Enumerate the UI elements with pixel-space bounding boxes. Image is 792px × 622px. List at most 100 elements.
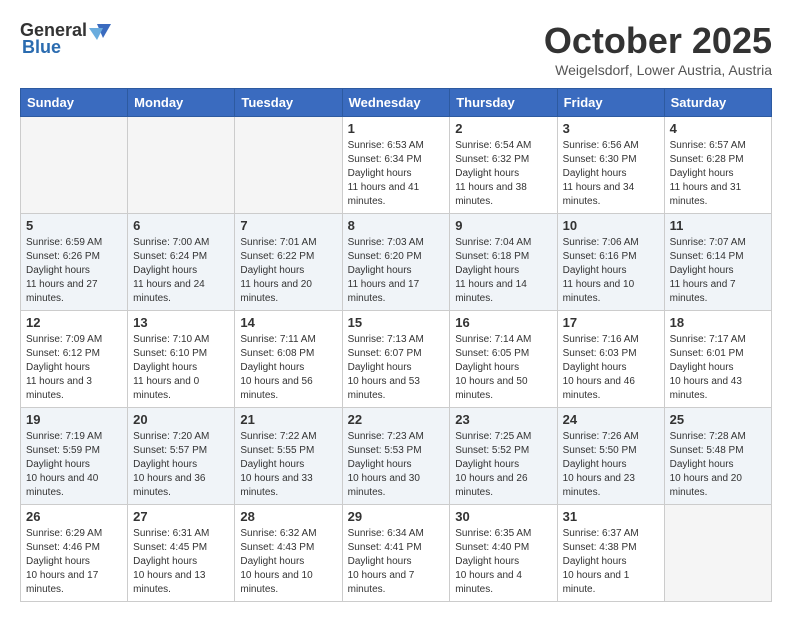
day-info: Sunrise: 7:17 AM Sunset: 6:01 PM Dayligh… [670, 333, 766, 403]
logo: General Blue [20, 20, 111, 58]
day-number: 27 [133, 509, 229, 524]
calendar-day: 22 Sunrise: 7:23 AM Sunset: 5:53 PM Dayl… [342, 408, 450, 505]
calendar-day: 10 Sunrise: 7:06 AM Sunset: 6:16 PM Dayl… [557, 214, 664, 311]
day-info: Sunrise: 7:25 AM Sunset: 5:52 PM Dayligh… [455, 430, 551, 500]
month-title: October 2025 [544, 20, 772, 62]
calendar-header-monday: Monday [128, 89, 235, 117]
calendar-day: 29 Sunrise: 6:34 AM Sunset: 4:41 PM Dayl… [342, 505, 450, 602]
day-info: Sunrise: 6:59 AM Sunset: 6:26 PM Dayligh… [26, 236, 122, 306]
calendar-day: 30 Sunrise: 6:35 AM Sunset: 4:40 PM Dayl… [450, 505, 557, 602]
calendar-header-sunday: Sunday [21, 89, 128, 117]
day-info: Sunrise: 7:03 AM Sunset: 6:20 PM Dayligh… [348, 236, 445, 306]
day-number: 25 [670, 412, 766, 427]
calendar-day: 3 Sunrise: 6:56 AM Sunset: 6:30 PM Dayli… [557, 117, 664, 214]
day-number: 29 [348, 509, 445, 524]
day-number: 28 [240, 509, 336, 524]
calendar-day: 8 Sunrise: 7:03 AM Sunset: 6:20 PM Dayli… [342, 214, 450, 311]
calendar-day: 24 Sunrise: 7:26 AM Sunset: 5:50 PM Dayl… [557, 408, 664, 505]
calendar-day [21, 117, 128, 214]
calendar-header-saturday: Saturday [664, 89, 771, 117]
day-number: 15 [348, 315, 445, 330]
day-info: Sunrise: 7:04 AM Sunset: 6:18 PM Dayligh… [455, 236, 551, 306]
calendar-header-friday: Friday [557, 89, 664, 117]
day-info: Sunrise: 7:10 AM Sunset: 6:10 PM Dayligh… [133, 333, 229, 403]
day-info: Sunrise: 7:22 AM Sunset: 5:55 PM Dayligh… [240, 430, 336, 500]
calendar-day: 17 Sunrise: 7:16 AM Sunset: 6:03 PM Dayl… [557, 311, 664, 408]
day-number: 4 [670, 121, 766, 136]
day-number: 22 [348, 412, 445, 427]
day-info: Sunrise: 7:07 AM Sunset: 6:14 PM Dayligh… [670, 236, 766, 306]
calendar-week-row: 26 Sunrise: 6:29 AM Sunset: 4:46 PM Dayl… [21, 505, 772, 602]
day-number: 8 [348, 218, 445, 233]
day-info: Sunrise: 7:09 AM Sunset: 6:12 PM Dayligh… [26, 333, 122, 403]
calendar-header-tuesday: Tuesday [235, 89, 342, 117]
day-number: 12 [26, 315, 122, 330]
calendar-day: 14 Sunrise: 7:11 AM Sunset: 6:08 PM Dayl… [235, 311, 342, 408]
calendar-day: 21 Sunrise: 7:22 AM Sunset: 5:55 PM Dayl… [235, 408, 342, 505]
calendar-week-row: 12 Sunrise: 7:09 AM Sunset: 6:12 PM Dayl… [21, 311, 772, 408]
day-number: 7 [240, 218, 336, 233]
day-info: Sunrise: 7:16 AM Sunset: 6:03 PM Dayligh… [563, 333, 659, 403]
day-number: 18 [670, 315, 766, 330]
calendar-day: 18 Sunrise: 7:17 AM Sunset: 6:01 PM Dayl… [664, 311, 771, 408]
day-number: 19 [26, 412, 122, 427]
calendar-day: 28 Sunrise: 6:32 AM Sunset: 4:43 PM Dayl… [235, 505, 342, 602]
calendar-day: 2 Sunrise: 6:54 AM Sunset: 6:32 PM Dayli… [450, 117, 557, 214]
day-number: 9 [455, 218, 551, 233]
day-info: Sunrise: 6:31 AM Sunset: 4:45 PM Dayligh… [133, 527, 229, 597]
day-number: 11 [670, 218, 766, 233]
day-number: 13 [133, 315, 229, 330]
calendar-day: 12 Sunrise: 7:09 AM Sunset: 6:12 PM Dayl… [21, 311, 128, 408]
day-info: Sunrise: 7:06 AM Sunset: 6:16 PM Dayligh… [563, 236, 659, 306]
calendar-day: 15 Sunrise: 7:13 AM Sunset: 6:07 PM Dayl… [342, 311, 450, 408]
calendar-day: 9 Sunrise: 7:04 AM Sunset: 6:18 PM Dayli… [450, 214, 557, 311]
calendar-day: 6 Sunrise: 7:00 AM Sunset: 6:24 PM Dayli… [128, 214, 235, 311]
day-info: Sunrise: 7:13 AM Sunset: 6:07 PM Dayligh… [348, 333, 445, 403]
location: Weigelsdorf, Lower Austria, Austria [544, 62, 772, 78]
day-info: Sunrise: 7:23 AM Sunset: 5:53 PM Dayligh… [348, 430, 445, 500]
calendar-day [128, 117, 235, 214]
calendar-day [235, 117, 342, 214]
day-number: 26 [26, 509, 122, 524]
day-info: Sunrise: 6:32 AM Sunset: 4:43 PM Dayligh… [240, 527, 336, 597]
day-info: Sunrise: 6:37 AM Sunset: 4:38 PM Dayligh… [563, 527, 659, 597]
day-number: 16 [455, 315, 551, 330]
calendar-day: 31 Sunrise: 6:37 AM Sunset: 4:38 PM Dayl… [557, 505, 664, 602]
calendar-week-row: 1 Sunrise: 6:53 AM Sunset: 6:34 PM Dayli… [21, 117, 772, 214]
page-header: General Blue October 2025 Weigelsdorf, L… [20, 20, 772, 78]
calendar-day: 4 Sunrise: 6:57 AM Sunset: 6:28 PM Dayli… [664, 117, 771, 214]
day-number: 10 [563, 218, 659, 233]
calendar-day: 20 Sunrise: 7:20 AM Sunset: 5:57 PM Dayl… [128, 408, 235, 505]
day-info: Sunrise: 6:54 AM Sunset: 6:32 PM Dayligh… [455, 139, 551, 209]
day-number: 17 [563, 315, 659, 330]
day-number: 30 [455, 509, 551, 524]
day-number: 1 [348, 121, 445, 136]
calendar-day: 26 Sunrise: 6:29 AM Sunset: 4:46 PM Dayl… [21, 505, 128, 602]
day-number: 6 [133, 218, 229, 233]
day-info: Sunrise: 7:20 AM Sunset: 5:57 PM Dayligh… [133, 430, 229, 500]
calendar-header-wednesday: Wednesday [342, 89, 450, 117]
logo-icon [89, 22, 111, 40]
calendar-header-thursday: Thursday [450, 89, 557, 117]
day-info: Sunrise: 7:14 AM Sunset: 6:05 PM Dayligh… [455, 333, 551, 403]
day-info: Sunrise: 7:01 AM Sunset: 6:22 PM Dayligh… [240, 236, 336, 306]
day-info: Sunrise: 6:34 AM Sunset: 4:41 PM Dayligh… [348, 527, 445, 597]
day-number: 21 [240, 412, 336, 427]
title-section: October 2025 Weigelsdorf, Lower Austria,… [544, 20, 772, 78]
day-info: Sunrise: 7:19 AM Sunset: 5:59 PM Dayligh… [26, 430, 122, 500]
day-info: Sunrise: 7:00 AM Sunset: 6:24 PM Dayligh… [133, 236, 229, 306]
calendar-day: 1 Sunrise: 6:53 AM Sunset: 6:34 PM Dayli… [342, 117, 450, 214]
day-number: 31 [563, 509, 659, 524]
calendar-day: 13 Sunrise: 7:10 AM Sunset: 6:10 PM Dayl… [128, 311, 235, 408]
day-info: Sunrise: 6:29 AM Sunset: 4:46 PM Dayligh… [26, 527, 122, 597]
day-info: Sunrise: 6:57 AM Sunset: 6:28 PM Dayligh… [670, 139, 766, 209]
day-number: 3 [563, 121, 659, 136]
day-number: 24 [563, 412, 659, 427]
calendar-day: 19 Sunrise: 7:19 AM Sunset: 5:59 PM Dayl… [21, 408, 128, 505]
calendar-week-row: 19 Sunrise: 7:19 AM Sunset: 5:59 PM Dayl… [21, 408, 772, 505]
day-info: Sunrise: 7:26 AM Sunset: 5:50 PM Dayligh… [563, 430, 659, 500]
calendar-header-row: SundayMondayTuesdayWednesdayThursdayFrid… [21, 89, 772, 117]
calendar-day: 11 Sunrise: 7:07 AM Sunset: 6:14 PM Dayl… [664, 214, 771, 311]
day-number: 5 [26, 218, 122, 233]
day-info: Sunrise: 7:11 AM Sunset: 6:08 PM Dayligh… [240, 333, 336, 403]
